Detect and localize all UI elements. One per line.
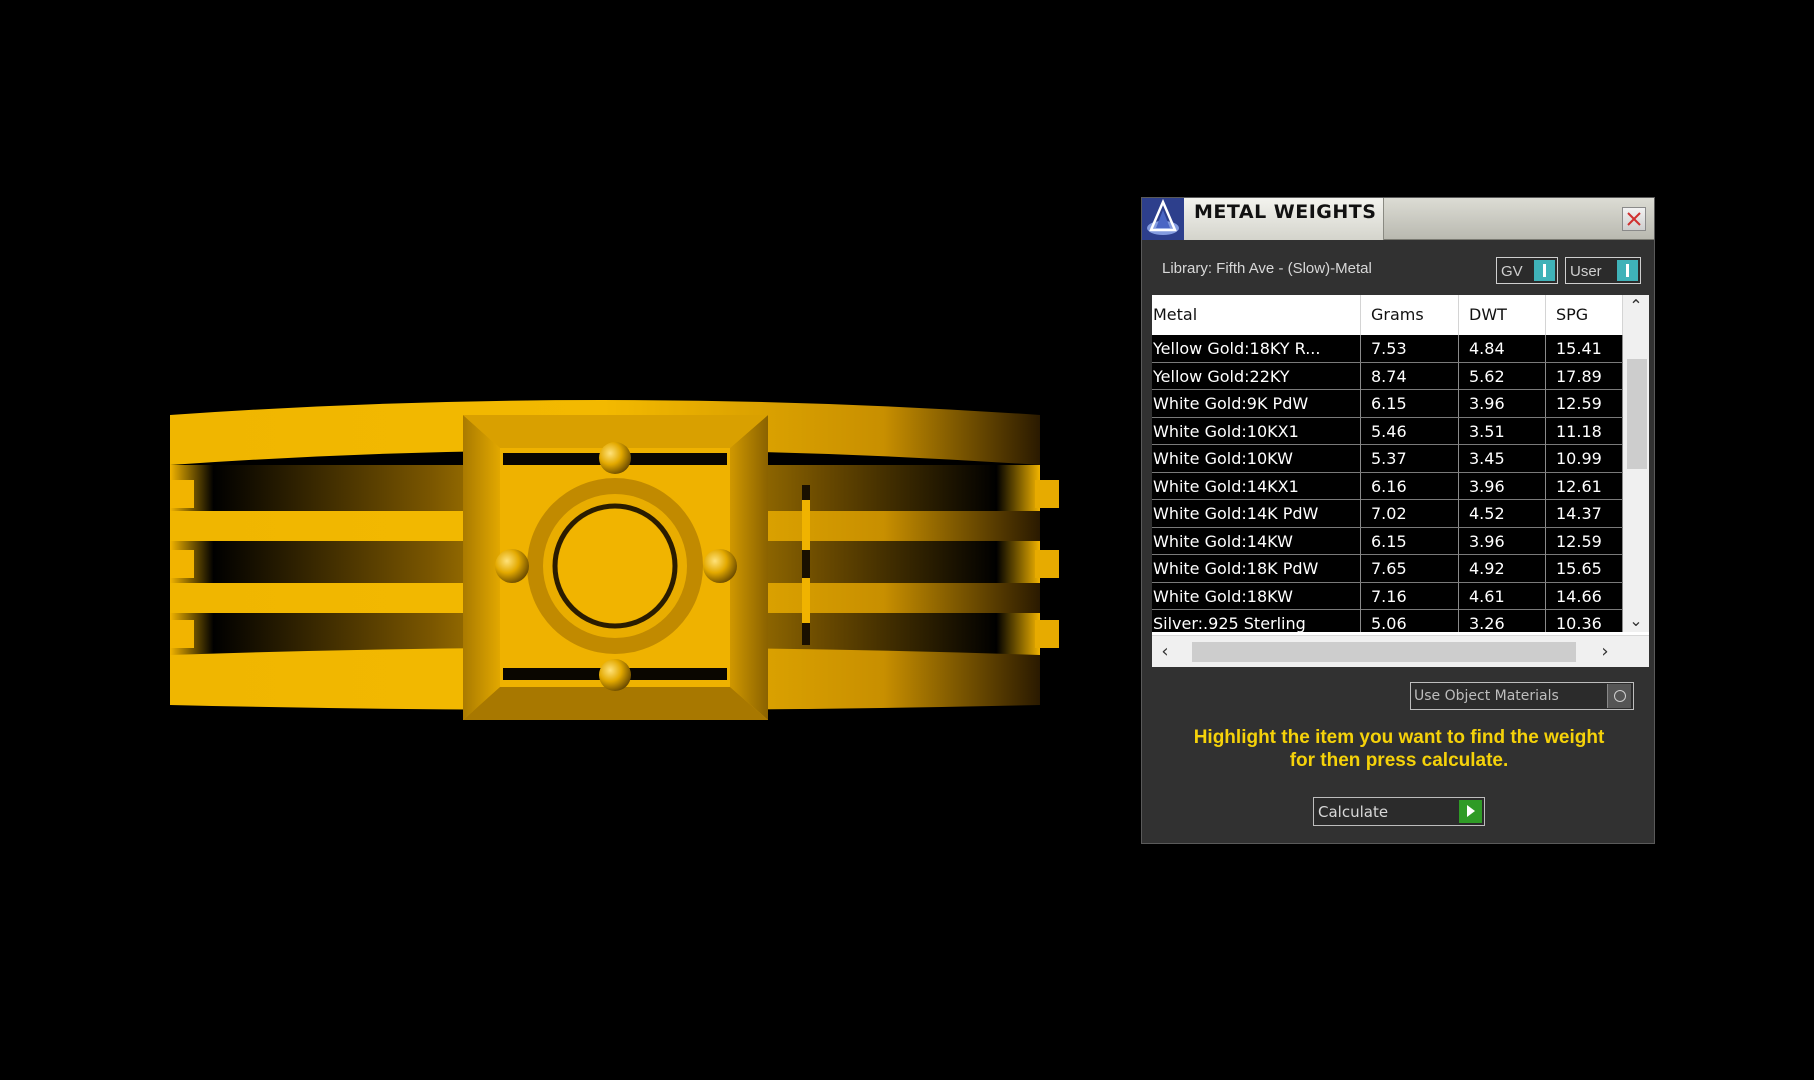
toggle-knob-icon bbox=[1534, 260, 1555, 281]
table-row[interactable]: White Gold:14KX1 6.16 3.96 12.61 bbox=[1152, 472, 1623, 500]
cell-spg: 12.61 bbox=[1546, 472, 1623, 500]
gv-toggle[interactable]: GV bbox=[1496, 257, 1558, 284]
scroll-right-icon[interactable]: › bbox=[1592, 636, 1618, 668]
metal-weights-panel: METAL WEIGHTS Library: Fifth Ave - (Slow… bbox=[1141, 197, 1655, 844]
panel-title: METAL WEIGHTS bbox=[1194, 201, 1377, 223]
vertical-scrollbar[interactable]: ⌃ ⌄ bbox=[1623, 295, 1649, 632]
use-object-materials-label: Use Object Materials bbox=[1414, 688, 1559, 704]
column-header-metal[interactable]: Metal bbox=[1152, 295, 1361, 335]
ring-model[interactable] bbox=[150, 390, 1090, 740]
cell-spg: 14.66 bbox=[1546, 582, 1623, 610]
cell-spg: 12.59 bbox=[1546, 390, 1623, 417]
cell-dwt: 5.62 bbox=[1459, 362, 1546, 390]
instruction-line-1: Highlight the item you want to find the … bbox=[1193, 727, 1605, 748]
scroll-up-icon[interactable]: ⌃ bbox=[1623, 295, 1649, 317]
cell-spg: 12.59 bbox=[1546, 527, 1623, 555]
table-header: Metal Grams DWT SPG bbox=[1152, 295, 1623, 335]
close-icon bbox=[1627, 212, 1641, 226]
column-header-dwt[interactable]: DWT bbox=[1459, 295, 1546, 335]
column-header-spg[interactable]: SPG bbox=[1546, 295, 1623, 335]
cell-grams: 7.65 bbox=[1361, 555, 1459, 582]
cell-dwt: 3.45 bbox=[1459, 445, 1546, 472]
cell-grams: 7.16 bbox=[1361, 582, 1459, 610]
prong-left bbox=[495, 549, 529, 583]
calculate-button[interactable]: Calculate bbox=[1313, 797, 1485, 826]
cell-spg: 15.65 bbox=[1546, 555, 1623, 582]
scroll-left-icon[interactable]: ‹ bbox=[1152, 636, 1178, 668]
table-row[interactable]: White Gold:18K PdW 7.65 4.92 15.65 bbox=[1152, 555, 1623, 583]
cell-grams: 7.02 bbox=[1361, 500, 1459, 527]
cell-metal: White Gold:18K PdW bbox=[1152, 555, 1361, 582]
use-object-materials-option[interactable]: Use Object Materials bbox=[1410, 682, 1634, 710]
prong-top bbox=[599, 442, 631, 474]
cell-spg: 11.18 bbox=[1546, 417, 1623, 445]
cell-metal: White Gold:14KW bbox=[1152, 527, 1361, 555]
cell-grams: 6.15 bbox=[1361, 527, 1459, 555]
cell-dwt: 4.61 bbox=[1459, 582, 1546, 610]
user-toggle[interactable]: User bbox=[1565, 257, 1641, 284]
table-row[interactable]: Silver:.925 Sterling 5.06 3.26 10.36 bbox=[1152, 610, 1623, 632]
cell-spg: 10.99 bbox=[1546, 445, 1623, 472]
cell-dwt: 4.92 bbox=[1459, 555, 1546, 582]
cell-dwt: 4.84 bbox=[1459, 335, 1546, 362]
calculate-button-label: Calculate bbox=[1318, 803, 1389, 821]
gv-toggle-label: GV bbox=[1501, 263, 1523, 280]
cell-spg: 15.41 bbox=[1546, 335, 1623, 362]
table-row[interactable]: White Gold:10KX1 5.46 3.51 11.18 bbox=[1152, 417, 1623, 445]
horizontal-scrollbar[interactable]: ‹ › bbox=[1152, 635, 1649, 667]
table-body: Yellow Gold:18KY R... 7.53 4.84 15.41 Yellow… bbox=[1152, 335, 1623, 632]
user-toggle-label: User bbox=[1570, 263, 1602, 280]
cell-metal: Silver:.925 Sterling bbox=[1152, 610, 1361, 632]
prong-bottom bbox=[599, 659, 631, 691]
cell-dwt: 4.52 bbox=[1459, 500, 1546, 527]
metal-weights-table[interactable]: Metal Grams DWT SPG Yellow Gold:18KY R..… bbox=[1152, 295, 1649, 667]
cell-grams: 5.06 bbox=[1361, 610, 1459, 632]
table-row[interactable]: White Gold:18KW 7.16 4.61 14.66 bbox=[1152, 582, 1623, 610]
library-label: Library: Fifth Ave - (Slow)-Metal bbox=[1162, 260, 1372, 277]
scroll-down-icon[interactable]: ⌄ bbox=[1623, 610, 1649, 632]
cell-metal: White Gold:10KW bbox=[1152, 445, 1361, 472]
panel-title-tab: METAL WEIGHTS bbox=[1184, 198, 1384, 240]
cell-spg: 17.89 bbox=[1546, 362, 1623, 390]
cell-metal: White Gold:9K PdW bbox=[1152, 390, 1361, 417]
cell-grams: 6.15 bbox=[1361, 390, 1459, 417]
instruction-line-2: for then press calculate. bbox=[1289, 750, 1509, 771]
cell-spg: 14.37 bbox=[1546, 500, 1623, 527]
cell-grams: 6.16 bbox=[1361, 472, 1459, 500]
table-row[interactable]: Yellow Gold:22KY 8.74 5.62 17.89 bbox=[1152, 362, 1623, 390]
radio-icon[interactable] bbox=[1607, 684, 1631, 708]
close-button[interactable] bbox=[1622, 207, 1646, 231]
app-logo-icon bbox=[1142, 198, 1184, 240]
cell-grams: 5.37 bbox=[1361, 445, 1459, 472]
panel-titlebar[interactable]: METAL WEIGHTS bbox=[1142, 198, 1654, 240]
prong-right bbox=[703, 549, 737, 583]
play-arrow-icon bbox=[1459, 800, 1482, 823]
horizontal-scroll-thumb[interactable] bbox=[1192, 642, 1576, 662]
cell-metal: Yellow Gold:18KY R... bbox=[1152, 335, 1361, 362]
cell-dwt: 3.96 bbox=[1459, 390, 1546, 417]
cell-grams: 5.46 bbox=[1361, 417, 1459, 445]
cell-grams: 8.74 bbox=[1361, 362, 1459, 390]
table-row[interactable]: White Gold:9K PdW 6.15 3.96 12.59 bbox=[1152, 390, 1623, 418]
instruction-text: Highlight the item you want to find the … bbox=[1152, 726, 1646, 772]
cell-metal: White Gold:18KW bbox=[1152, 582, 1361, 610]
cell-metal: Yellow Gold:22KY bbox=[1152, 362, 1361, 390]
cell-metal: White Gold:10KX1 bbox=[1152, 417, 1361, 445]
table-row[interactable]: White Gold:14KW 6.15 3.96 12.59 bbox=[1152, 527, 1623, 555]
vertical-scroll-thumb[interactable] bbox=[1627, 359, 1647, 469]
table-row[interactable]: White Gold:10KW 5.37 3.45 10.99 bbox=[1152, 445, 1623, 473]
cell-dwt: 3.26 bbox=[1459, 610, 1546, 632]
cell-dwt: 3.96 bbox=[1459, 472, 1546, 500]
table-row[interactable]: White Gold:14K PdW 7.02 4.52 14.37 bbox=[1152, 500, 1623, 528]
cell-dwt: 3.51 bbox=[1459, 417, 1546, 445]
cell-grams: 7.53 bbox=[1361, 335, 1459, 362]
cell-metal: White Gold:14K PdW bbox=[1152, 500, 1361, 527]
cell-metal: White Gold:14KX1 bbox=[1152, 472, 1361, 500]
ring-bezel bbox=[463, 415, 768, 720]
table-row[interactable]: Yellow Gold:18KY R... 7.53 4.84 15.41 bbox=[1152, 335, 1623, 363]
toggle-knob-icon bbox=[1617, 260, 1638, 281]
cell-spg: 10.36 bbox=[1546, 610, 1623, 632]
column-header-grams[interactable]: Grams bbox=[1361, 295, 1459, 335]
cell-dwt: 3.96 bbox=[1459, 527, 1546, 555]
